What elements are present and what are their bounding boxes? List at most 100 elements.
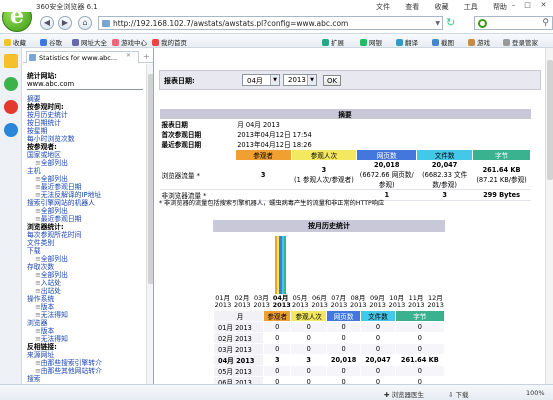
sidebar-link[interactable]: 全部列出 — [27, 159, 143, 167]
close-tab-icon[interactable]: ✕ — [126, 52, 131, 59]
menu-favorites[interactable]: 收藏 — [434, 3, 448, 11]
sidebar-tab[interactable]: Statistics for www.abc... — [26, 51, 139, 63]
menu-tools[interactable]: 工具 — [464, 3, 478, 11]
value-cell: 0 — [262, 332, 292, 344]
page-icon — [102, 20, 110, 27]
google-icon — [40, 39, 47, 46]
sidebar-link[interactable]: 来源网址 — [27, 351, 143, 359]
chart-month-label: 06月 2013 — [311, 294, 328, 309]
menu-file[interactable]: 文件 — [376, 3, 390, 11]
value-cell: 0 — [394, 365, 446, 377]
monthly-history-table: 月 参观者 参观人次 网页数 文件数 字节 01月 2013 0 0 0 0 0 02月 2… — [213, 310, 446, 384]
sidebar-link[interactable]: 版本 — [27, 303, 143, 311]
search-input[interactable]: ⚲ — [474, 16, 553, 30]
sidebar-link[interactable]: 摘要 — [27, 95, 143, 103]
star-icon[interactable] — [4, 54, 18, 68]
ok-button[interactable]: OK — [323, 75, 341, 86]
sidebar-link[interactable]: 操作系统 — [27, 295, 143, 303]
sidebar-link[interactable]: 无法反解译的IP地址 — [27, 191, 143, 199]
forward-icon[interactable]: ▶ — [58, 16, 72, 30]
year-select[interactable]: 2013 ▼ — [283, 74, 317, 86]
sidebar-link[interactable]: 国家或地区 — [27, 151, 143, 159]
new-tab-icon[interactable]: + — [143, 52, 150, 61]
sidebar-link[interactable]: 按星期 — [27, 127, 143, 135]
fav-google[interactable]: 谷歌 — [40, 37, 62, 47]
toolbar-games[interactable]: 游戏 — [468, 37, 490, 47]
address-bar[interactable]: http://192.168.102.7/awstats/awstats.pl?… — [98, 16, 443, 30]
address-dropdown-icon[interactable]: ▼ — [435, 20, 440, 27]
sidebar-link[interactable]: 入站处 — [27, 279, 143, 287]
scrollbar-thumb[interactable] — [148, 74, 153, 284]
value-cell: 0 — [290, 343, 327, 355]
sidebar-link[interactable]: 无法得知 — [27, 335, 143, 343]
sidebar-link[interactable]: 由那些其他网站转介 — [27, 367, 143, 375]
app-icon[interactable] — [4, 123, 18, 137]
refresh-icon[interactable]: ↻ — [446, 16, 455, 29]
fav-my-home[interactable]: 我的首页 — [152, 37, 187, 47]
search-icon[interactable]: ⚲ — [542, 18, 549, 28]
fav-game-center[interactable]: 游戏中心 — [112, 37, 147, 47]
sidebar-scrollbar[interactable] — [146, 64, 153, 384]
sidebar-link[interactable]: 最近参观日期 — [27, 183, 143, 191]
date-label: 报表日期: — [164, 77, 195, 85]
month-cell: 01月 2013 — [213, 321, 264, 333]
sidebar-link[interactable]: 出站处 — [27, 287, 143, 295]
favorites-button[interactable]: 收藏 — [4, 37, 26, 47]
window-title: 360安全浏览器 6.1 — [36, 3, 98, 11]
sidebar-link[interactable]: 按月历史统计 — [27, 111, 143, 119]
fav-url-directory[interactable]: 网址大全 — [72, 37, 107, 47]
last-visit-value: 2013年04月12日 18:26 — [237, 141, 312, 149]
sidebar-link[interactable]: 版本 — [27, 327, 143, 335]
toolbar-bank[interactable]: 网银 — [360, 37, 382, 47]
sidebar-link[interactable]: 下载 — [27, 247, 143, 255]
sidebar-link[interactable]: 按日期统计 — [27, 119, 143, 127]
search-engine-icon[interactable] — [478, 19, 487, 28]
col-bytes: 字节 — [394, 310, 446, 322]
home-icon[interactable]: ⌂ — [78, 16, 92, 30]
sidebar-link[interactable]: 主机 — [27, 167, 143, 175]
game-icon — [468, 39, 475, 46]
monthly-row: 06月 2013 0 0 0 0 0 — [213, 376, 446, 384]
toolbar-screenshot[interactable]: 截图 — [432, 37, 454, 47]
chart-month-label: 11月 2013 — [408, 294, 425, 309]
back-icon[interactable]: ◀ — [40, 16, 54, 30]
value-cell: 261.64 KB — [394, 354, 446, 366]
scrollbar-thumb[interactable] — [547, 60, 553, 180]
sidebar-link[interactable]: 文件类别 — [27, 239, 143, 247]
main-scrollbar[interactable] — [545, 48, 553, 384]
sidebar-link[interactable]: 无法得知 — [27, 311, 143, 319]
toolbar-login-manager[interactable]: 登录管家 — [503, 37, 538, 47]
first-visit-value: 2013年04月12日 17:54 — [237, 131, 312, 139]
sidebar-link[interactable]: 最近参观日期 — [27, 215, 143, 223]
sidebar-link[interactable]: 全部列出 — [27, 255, 143, 263]
minimize-icon[interactable]: – — [508, 1, 519, 10]
zoom-level[interactable]: 100% — [526, 389, 545, 397]
value-cell: 20,018 — [325, 354, 362, 366]
toolbar-extensions[interactable]: 扩展 — [322, 37, 344, 47]
month-select[interactable]: 04月 ▼ — [242, 74, 280, 86]
sidebar-link[interactable]: 每次参观所花时间 — [27, 231, 143, 239]
menu-help[interactable]: 帮助 — [493, 3, 507, 11]
stats-label: 统计网站: — [27, 72, 57, 80]
col-files: 文件数 — [416, 149, 474, 161]
browser-doctor-button[interactable]: ✚ 浏览器医生 — [384, 389, 424, 399]
menu-view[interactable]: 查看 — [405, 3, 419, 11]
sidebar-link[interactable]: 由那些搜索引擎转介 — [27, 359, 143, 367]
sidebar-link[interactable]: 全部列出 — [27, 207, 143, 215]
sidebar-link[interactable]: 存取次数 — [27, 263, 143, 271]
sidebar-link[interactable]: 全部列出 — [27, 175, 143, 183]
weibo-icon[interactable] — [4, 100, 18, 114]
value-cell: 0 — [262, 376, 292, 384]
sidebar-link[interactable]: 浏览器 — [27, 319, 143, 327]
sidebar-link[interactable]: 每小时浏览次数 — [27, 135, 143, 143]
close-icon[interactable]: ✕ — [538, 1, 549, 10]
toolbar-translate[interactable]: 翻译 — [396, 37, 418, 47]
download-button[interactable]: ⇩ 下载 — [448, 389, 469, 399]
sidebar-link[interactable]: 全部列出 — [27, 271, 143, 279]
sidebar-link[interactable]: 搜索引擎网站的机器人 — [27, 199, 143, 207]
sidebar-link[interactable]: 搜索 — [27, 375, 143, 383]
maximize-icon[interactable]: □ — [522, 1, 533, 10]
value-cell: 0 — [325, 321, 362, 333]
clock-icon[interactable] — [4, 77, 18, 91]
value-cell: 0 — [325, 365, 362, 377]
